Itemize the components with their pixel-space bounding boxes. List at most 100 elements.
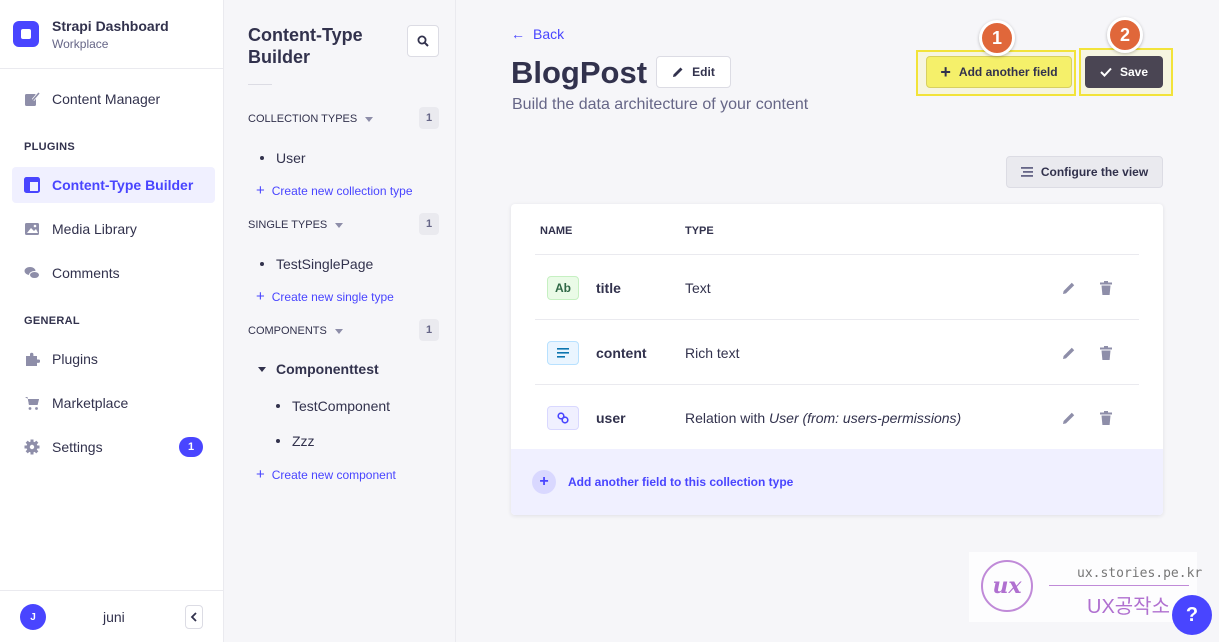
nav-item-marketplace[interactable]: Marketplace	[12, 385, 215, 421]
edit-field-pencil-icon[interactable]	[1061, 280, 1077, 296]
nav-item-comments[interactable]: Comments	[12, 255, 215, 291]
components-count: 1	[419, 319, 439, 341]
sub-nav: Content-Type Builder COLLECTION TYPES 1 …	[224, 0, 456, 642]
configure-view-button[interactable]: Configure the view	[1006, 156, 1163, 188]
settings-badge: 1	[179, 437, 203, 457]
caret-down-icon	[258, 366, 266, 372]
pencil-square-icon	[24, 91, 40, 107]
watermark-url: ux.stories.pe.kr	[1077, 566, 1203, 581]
nav-item-plugins[interactable]: Plugins	[12, 341, 215, 377]
field-type: Rich text	[685, 345, 740, 361]
add-field-row[interactable]: + Add another field to this collection t…	[511, 449, 1163, 515]
subnav-item-user[interactable]: User	[260, 150, 306, 166]
nav-item-settings[interactable]: Settings 1	[12, 429, 215, 465]
section-collection-types[interactable]: COLLECTION TYPES	[248, 113, 374, 125]
subnav-item-label: TestComponent	[292, 398, 391, 414]
delete-field-trash-icon[interactable]	[1098, 280, 1114, 296]
link-label: Create new single type	[271, 289, 394, 304]
watermark-name: UX공작소	[1087, 596, 1170, 618]
page-title: BlogPost	[511, 55, 648, 90]
shopping-cart-icon	[24, 395, 40, 411]
section-single-types[interactable]: SINGLE TYPES	[248, 219, 344, 231]
edit-field-pencil-icon[interactable]	[1061, 410, 1077, 426]
table-row[interactable]: Ab title Text	[535, 254, 1139, 319]
nav-section-general: GENERAL	[24, 315, 80, 327]
plus-icon: +	[256, 466, 265, 483]
button-label: Configure the view	[1040, 165, 1149, 179]
subnav-item-zzz[interactable]: Zzz	[276, 433, 315, 449]
nav-item-media-library[interactable]: Media Library	[12, 211, 215, 247]
component-group-componenttest[interactable]: Componenttest	[258, 361, 379, 377]
delete-field-trash-icon[interactable]	[1098, 345, 1114, 361]
button-label: Save	[1119, 65, 1149, 79]
section-components[interactable]: COMPONENTS	[248, 325, 343, 337]
search-button[interactable]	[407, 25, 439, 57]
edit-field-pencil-icon[interactable]	[1061, 345, 1077, 361]
list-settings-icon	[1020, 167, 1033, 177]
subnav-item-label: Zzz	[292, 433, 315, 449]
brand-subtitle: Workplace	[52, 36, 109, 51]
avatar[interactable]: J	[20, 604, 46, 630]
nav-label: Content-Type Builder	[52, 177, 194, 193]
pencil-icon	[673, 67, 683, 77]
collapse-nav-button[interactable]	[185, 605, 203, 629]
caret-down-icon	[334, 328, 343, 334]
edit-button[interactable]: Edit	[656, 56, 731, 88]
bullet	[276, 404, 280, 408]
nav-label: Plugins	[52, 351, 98, 367]
subnav-title: Content-Type Builder	[248, 25, 363, 67]
nav-item-content-type-builder[interactable]: Content-Type Builder	[12, 167, 215, 203]
create-collection-type-link[interactable]: + Create new collection type	[256, 183, 413, 198]
table-row[interactable]: content Rich text	[535, 319, 1139, 384]
nav-item-content-manager[interactable]: Content Manager	[12, 81, 215, 117]
watermark-logo-icon: ux	[981, 560, 1033, 612]
plus-icon: +	[940, 62, 951, 82]
text-type-icon: Ab	[547, 276, 579, 300]
brand[interactable]: Strapi Dashboard Workplace	[0, 0, 223, 69]
delete-field-trash-icon[interactable]	[1098, 410, 1114, 426]
strapi-logo-icon	[13, 21, 39, 47]
back-link[interactable]: ← Back	[511, 26, 564, 42]
type-prefix: Relation with	[685, 410, 770, 426]
image-icon	[24, 221, 40, 237]
create-component-link[interactable]: + Create new component	[256, 467, 396, 482]
check-icon	[1100, 67, 1112, 77]
plus-circle-icon: +	[532, 470, 556, 494]
save-button[interactable]: Save	[1085, 56, 1163, 88]
bullet	[260, 262, 264, 266]
caret-down-icon	[335, 222, 344, 228]
nav-section-plugins: PLUGINS	[24, 141, 75, 153]
single-types-count: 1	[419, 213, 439, 235]
layout-icon	[24, 177, 40, 193]
watermark: ux ux.stories.pe.kr UX공작소	[969, 552, 1202, 622]
step-marker-1: 1	[979, 20, 1015, 56]
nav-label: Media Library	[52, 221, 137, 237]
field-name: user	[596, 410, 626, 426]
field-type: Text	[685, 280, 711, 296]
link-label: Create new component	[271, 467, 396, 482]
chevron-left-icon	[190, 612, 197, 622]
arrow-left-icon: ←	[511, 26, 525, 42]
bullet	[276, 439, 280, 443]
help-button[interactable]: ?	[1172, 595, 1212, 635]
nav-label: Marketplace	[52, 395, 129, 411]
plus-icon: +	[256, 288, 265, 305]
section-label: COLLECTION TYPES	[248, 113, 358, 125]
user-name[interactable]: juni	[103, 609, 125, 625]
step-marker-2: 2	[1107, 17, 1143, 53]
button-label: Add another field	[958, 65, 1058, 79]
page-subtitle: Build the data architecture of your cont…	[512, 96, 809, 113]
fields-table: NAME TYPE Ab title Text content Rich tex…	[511, 204, 1163, 515]
subnav-item-testcomponent[interactable]: TestComponent	[276, 398, 390, 414]
caret-down-icon	[365, 116, 374, 122]
subnav-item-testsinglepage[interactable]: TestSinglePage	[260, 256, 373, 272]
nav-label: Comments	[52, 265, 120, 281]
plus-icon: +	[256, 182, 265, 199]
puzzle-icon	[24, 351, 40, 367]
create-single-type-link[interactable]: + Create new single type	[256, 289, 394, 304]
add-another-field-button[interactable]: + Add another field	[926, 56, 1072, 88]
table-row[interactable]: user Relation with User (from: users-per…	[535, 384, 1139, 449]
relation-target: User (from: users-permissions)	[769, 410, 962, 426]
field-type: Relation with User (from: users-permissi…	[685, 410, 961, 426]
column-header-name: NAME	[540, 225, 573, 237]
